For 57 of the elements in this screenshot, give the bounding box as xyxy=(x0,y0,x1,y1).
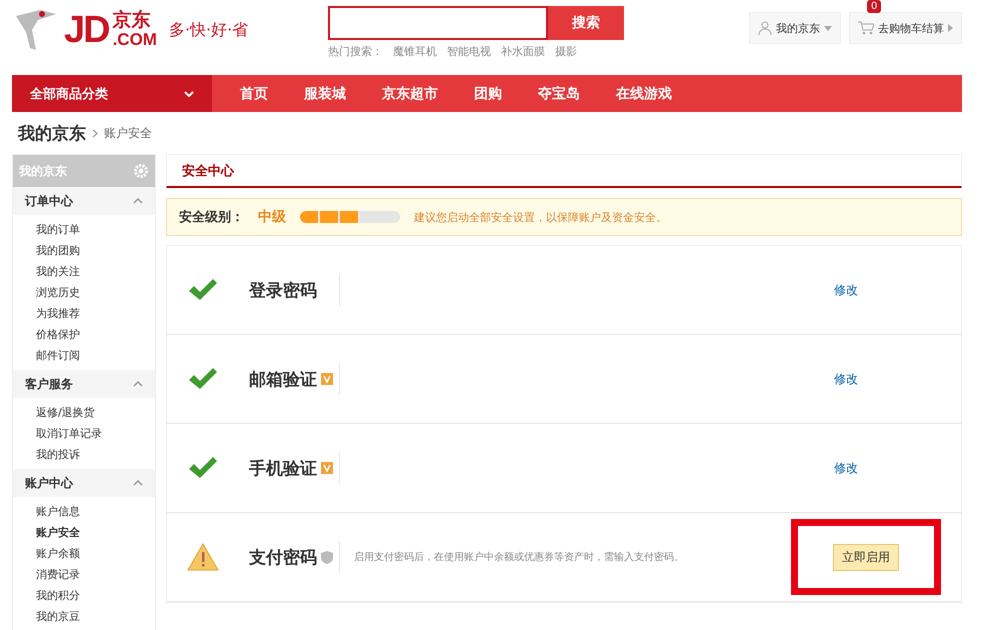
security-grade: 中级 xyxy=(258,208,286,226)
sidebar-section-header[interactable]: 账户中心 xyxy=(13,469,155,497)
setting-name: 手机验证 xyxy=(249,458,317,480)
setting-name: 登录密码 xyxy=(249,280,317,302)
logo-domain: .COM xyxy=(112,30,157,50)
sidebar-item[interactable]: 价格保护 xyxy=(13,324,155,345)
modify-link[interactable]: 修改 xyxy=(834,282,858,298)
breadcrumb-current: 账户安全 xyxy=(104,124,152,142)
sidebar-item[interactable]: 邮件订阅 xyxy=(13,345,155,366)
security-level-label: 安全级别： xyxy=(179,208,244,226)
sidebar-item[interactable]: 我的京豆 xyxy=(13,606,155,627)
nav-link[interactable]: 首页 xyxy=(240,84,268,102)
nav-link[interactable]: 服装城 xyxy=(304,84,346,102)
category-menu-button[interactable]: 全部商品分类 xyxy=(12,75,212,112)
nav-link[interactable]: 京东超市 xyxy=(382,84,438,102)
modify-link[interactable]: 修改 xyxy=(834,370,858,388)
sidebar-item[interactable]: 我的团购 xyxy=(13,240,155,261)
hot-search-link[interactable]: 摄影 xyxy=(555,44,577,59)
my-jd-button[interactable]: 我的京东 xyxy=(749,12,841,44)
sidebar-item[interactable]: 账户余额 xyxy=(13,543,155,564)
nav-link[interactable]: 夺宝岛 xyxy=(538,84,580,102)
sidebar-item[interactable]: 我的投诉 xyxy=(13,444,155,465)
slogan: 多·快·好·省 xyxy=(168,20,248,40)
tab[interactable]: 安全中心 xyxy=(182,162,234,180)
enable-button[interactable]: 立即启用 xyxy=(833,544,899,570)
sidebar-item[interactable]: 我的关注 xyxy=(13,261,155,282)
cart-button[interactable]: 去购物车结算 xyxy=(849,12,962,44)
sidebar-section-label: 客户服务 xyxy=(25,376,73,392)
sidebar-item[interactable]: 浏览历史 xyxy=(13,282,155,303)
sidebar-item[interactable]: 账户信息 xyxy=(13,501,155,522)
sidebar-item[interactable]: 返修/退换货 xyxy=(13,402,155,423)
logo-mark: JD xyxy=(64,8,109,52)
sidebar-item[interactable]: 我的积分 xyxy=(13,585,155,606)
setting-name: 邮箱验证 xyxy=(249,368,317,390)
hot-search-link[interactable]: 魔锥耳机 xyxy=(393,44,437,59)
sidebar-section-header[interactable]: 客户服务 xyxy=(13,370,155,398)
hot-search-link[interactable]: 补水面膜 xyxy=(501,44,545,59)
search-button[interactable]: 搜索 xyxy=(548,6,624,40)
hot-search-link[interactable]: 智能电视 xyxy=(447,44,491,59)
sidebar-item[interactable]: 取消订单记录 xyxy=(13,423,155,444)
setting-name: 支付密码 xyxy=(249,546,317,568)
page-title: 我的京东 xyxy=(18,122,86,144)
sidebar-item[interactable]: 消费记录 xyxy=(13,564,155,585)
modify-link[interactable]: 修改 xyxy=(834,460,858,476)
cart-count-badge: 0 xyxy=(867,0,882,13)
logo-brand: 京东 xyxy=(112,10,152,30)
sidebar-section-label: 订单中心 xyxy=(25,192,73,210)
security-tip: 建议您启动全部安全设置，以保障账户及资金安全。 xyxy=(414,210,667,224)
nav-link[interactable]: 团购 xyxy=(474,84,502,102)
nav-link[interactable]: 在线游戏 xyxy=(616,84,672,102)
setting-description: 启用支付密码后，在使用账户中余额或优惠券等资产时，需输入支付密码。 xyxy=(354,550,684,564)
sidebar-item[interactable]: 我的订单 xyxy=(13,219,155,240)
sidebar-item[interactable]: 为我推荐 xyxy=(13,303,155,324)
sidebar-section-label: 账户中心 xyxy=(25,474,73,492)
hot-search-label: 热门搜索： xyxy=(328,44,383,59)
sidebar-item[interactable]: 账户安全 xyxy=(13,522,155,543)
sidebar-section-header[interactable]: 订单中心 xyxy=(13,187,155,215)
